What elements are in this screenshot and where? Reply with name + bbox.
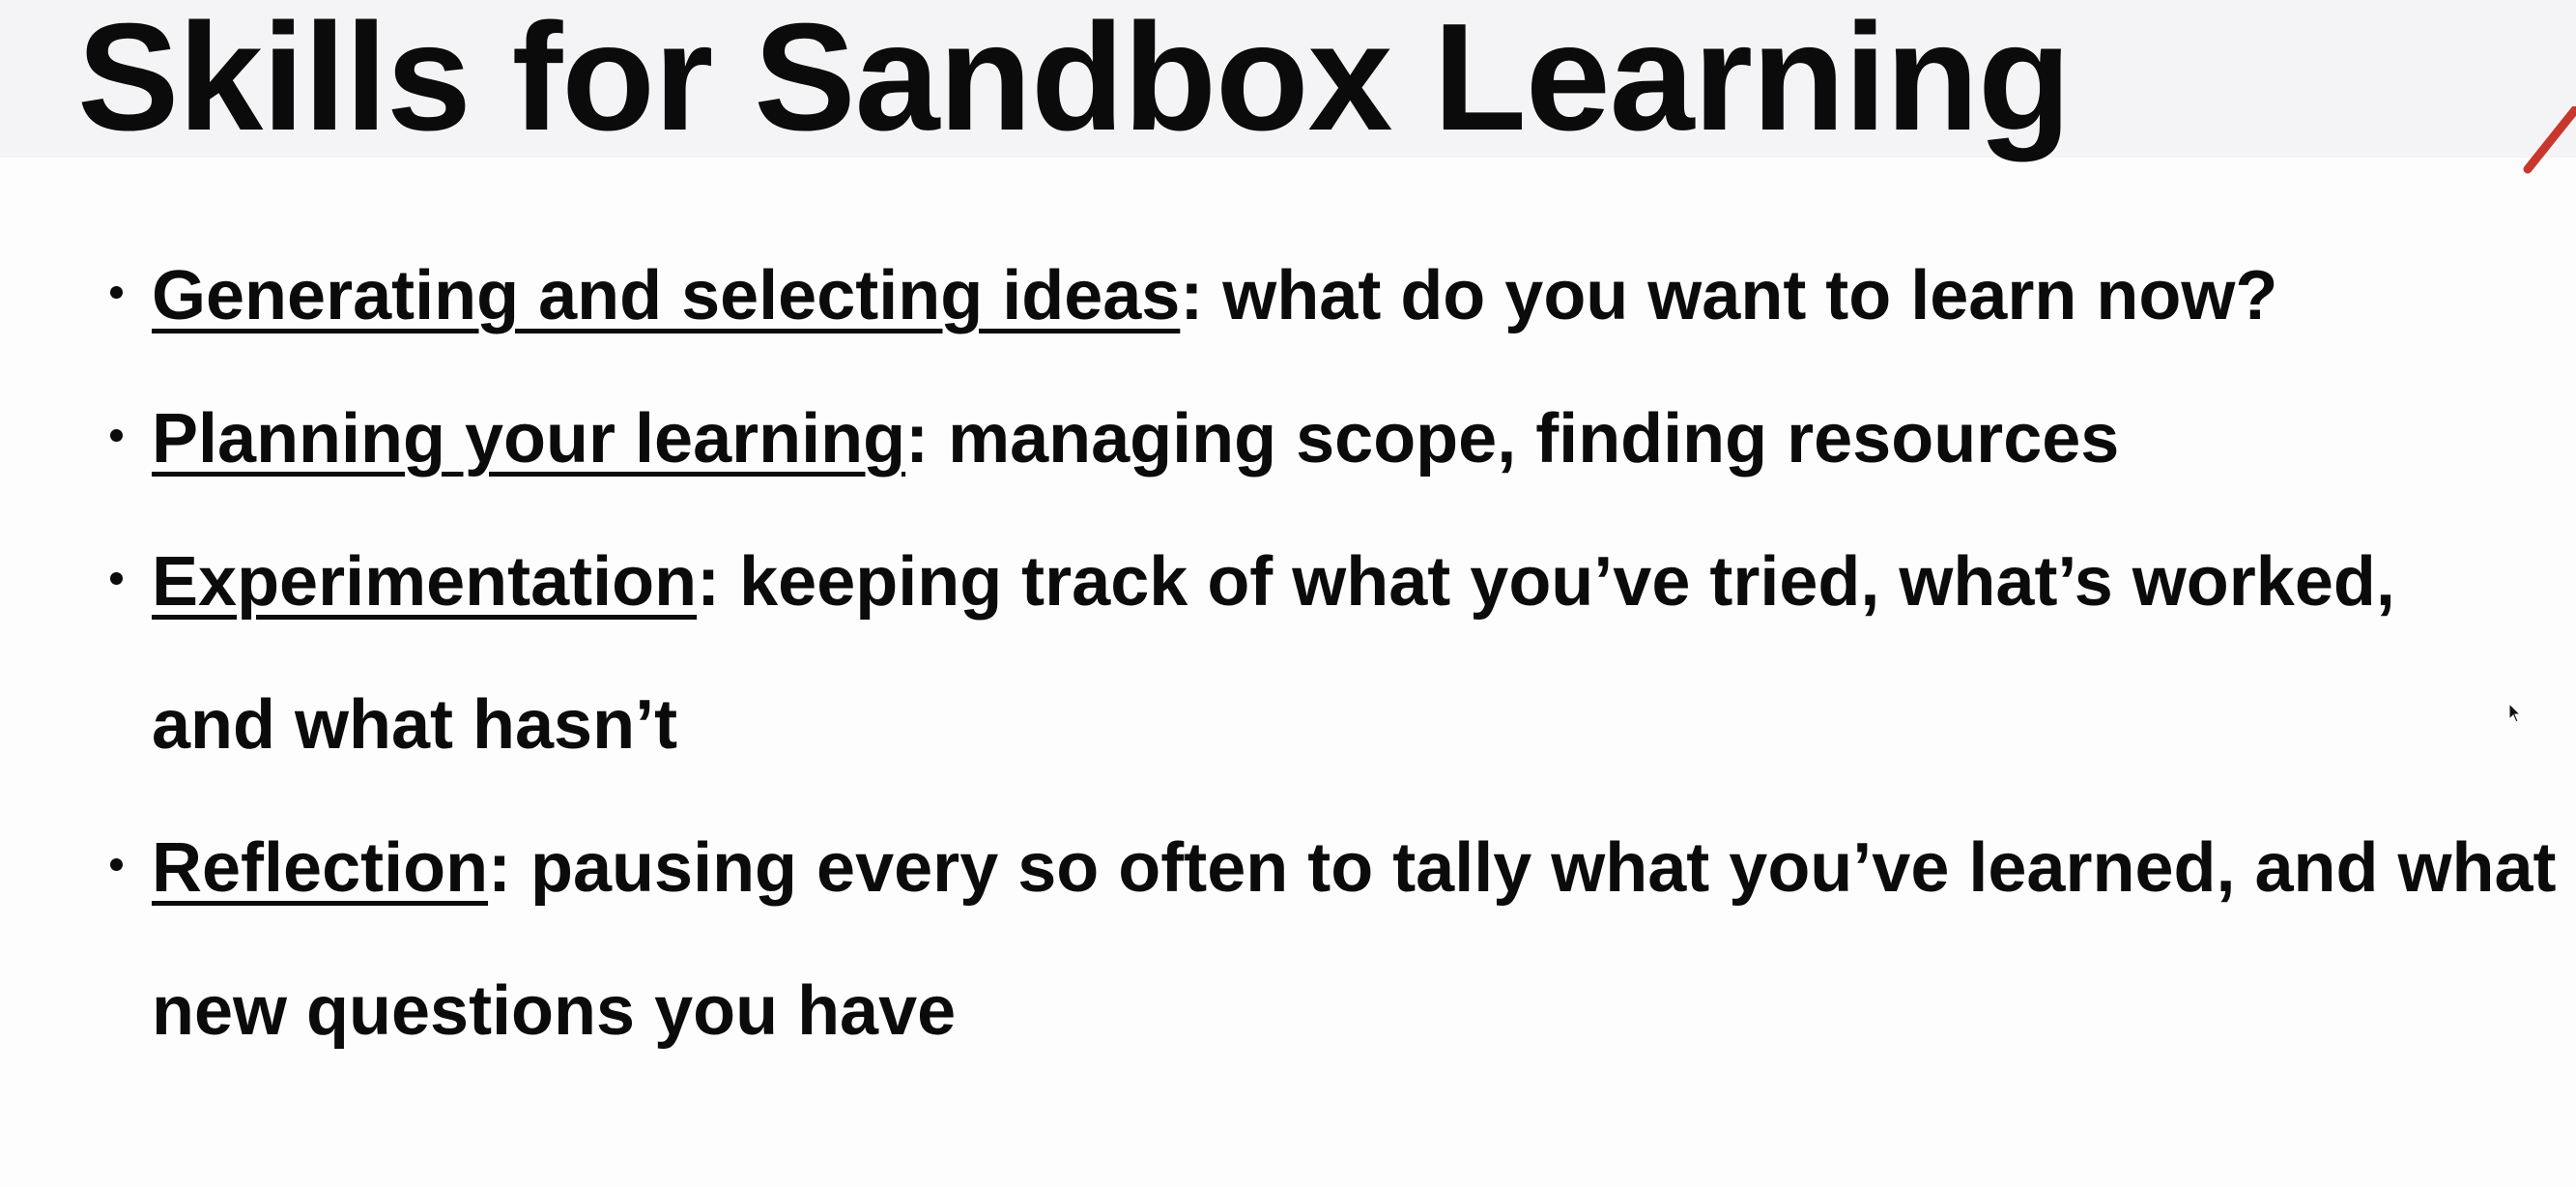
bullet-text: Reflection: pausing every so often to ta… <box>152 796 2576 1083</box>
bullet-text: Generating and selecting ideas: what do … <box>152 224 2576 367</box>
bullet-dot-icon <box>106 858 126 878</box>
bullet-description: : what do you want to learn now? <box>1180 257 2278 334</box>
accent-stroke <box>2523 106 2576 174</box>
bullet-dot-icon <box>106 429 126 449</box>
bullet-text: Experimentation: keeping track of what y… <box>152 510 2490 796</box>
bullet-term: Planning your learning <box>152 400 906 478</box>
bullet-dot-icon <box>106 286 126 305</box>
bullet-term: Reflection <box>152 829 489 907</box>
bullet-dot-icon <box>106 572 126 592</box>
bullet-term: Generating and selecting ideas <box>152 257 1181 334</box>
mouse-pointer-icon <box>2508 703 2522 723</box>
bullet-text: Planning your learning: managing scope, … <box>152 367 2576 510</box>
slide-title: Skills for Sandbox Learning <box>77 0 2071 162</box>
bullet-term: Experimentation <box>152 543 698 621</box>
bullet-description: : managing scope, finding resources <box>905 400 2120 478</box>
bullet-description: : pausing every so often to tally what y… <box>152 829 2557 1050</box>
